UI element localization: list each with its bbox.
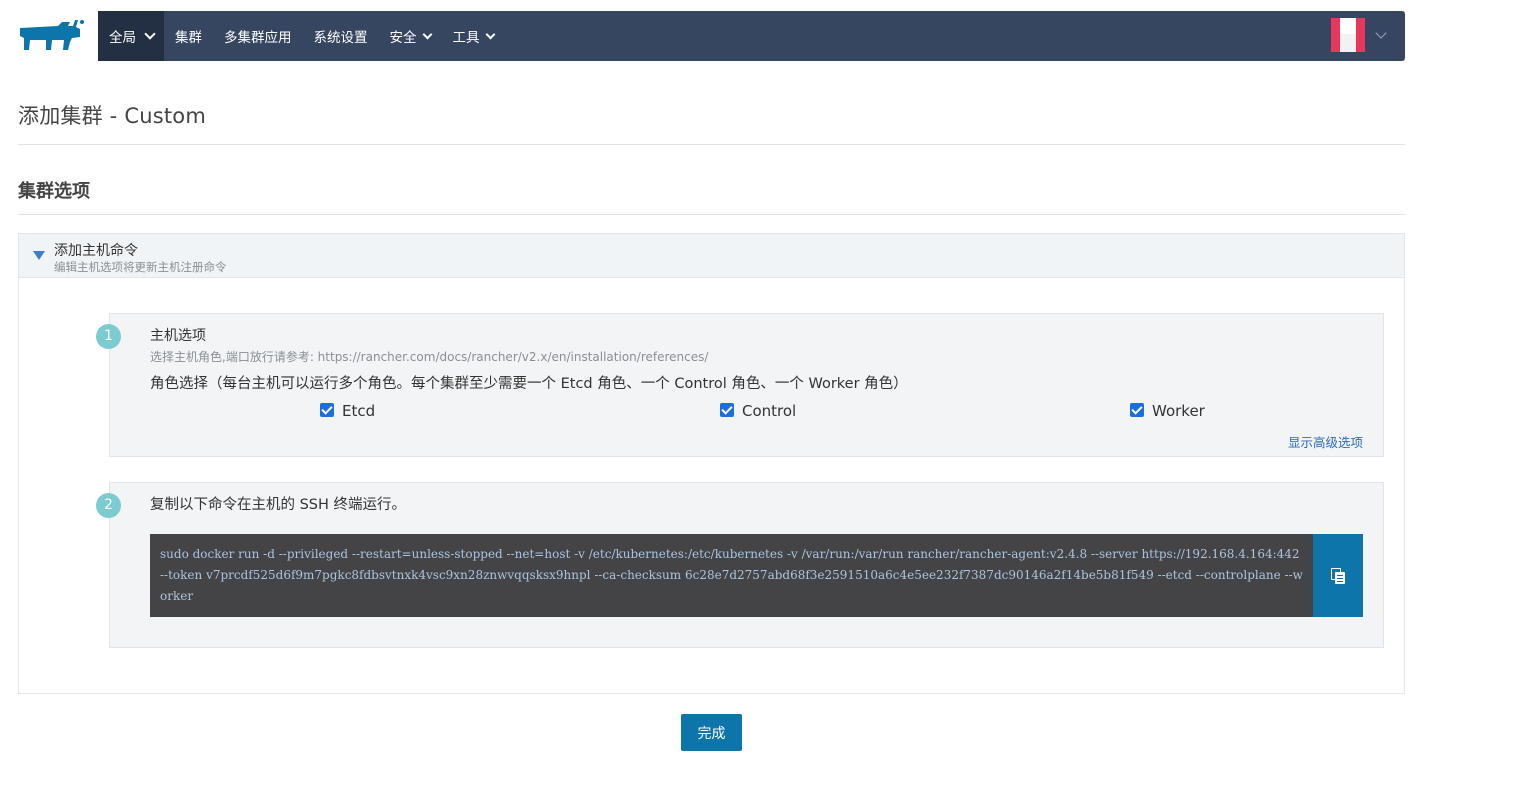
nav-tools-label: 工具 [452, 30, 480, 46]
role-worker-checkbox[interactable]: Worker [1130, 402, 1205, 420]
section-title: 集群选项 [18, 181, 90, 202]
role-etcd-label: Etcd [342, 402, 376, 420]
clipboard-icon[interactable] [1331, 567, 1345, 584]
role-control-label: Control [742, 402, 797, 420]
nav-clusters[interactable]: 集群 [164, 11, 213, 61]
show-advanced-options-link[interactable]: 显示高级选项 [1288, 432, 1363, 451]
registration-command-text[interactable]: sudo docker run -d --privileged --restar… [160, 544, 1303, 607]
nav-system-settings[interactable]: 系统设置 [303, 11, 379, 61]
role-etcd-checkbox[interactable]: Etcd [320, 402, 375, 420]
accordion-header[interactable]: 添加主机命令 编辑主机选项将更新主机注册命令 [19, 234, 1404, 278]
step-number-badge: 1 [96, 324, 121, 349]
nav-clusters-label: 集群 [175, 30, 202, 46]
nav-security[interactable]: 安全 [379, 11, 442, 61]
nav-global[interactable]: 全局 [98, 11, 164, 61]
checkbox-checked-icon[interactable] [720, 402, 734, 417]
nav-security-label: 安全 [389, 30, 417, 46]
chevron-down-icon [485, 29, 495, 39]
top-nav-bar: 全局 集群 多集群应用 系统设置 安全 工具 [98, 11, 1405, 61]
checkbox-checked-icon[interactable] [1130, 402, 1144, 417]
done-button[interactable]: 完成 [681, 714, 742, 751]
nav-tools[interactable]: 工具 [442, 11, 505, 61]
page-title: 添加集群 - Custom [18, 104, 206, 128]
chevron-down-icon [422, 29, 432, 39]
host-options-title: 主机选项 [150, 328, 206, 344]
accordion-subtitle: 编辑主机选项将更新主机注册命令 [54, 260, 227, 274]
divider [18, 144, 1405, 145]
copy-command-title: 复制以下命令在主机的 SSH 终端运行。 [150, 497, 407, 513]
nav-system-settings-label: 系统设置 [313, 30, 368, 46]
checkbox-checked-icon[interactable] [320, 402, 334, 417]
accordion-title: 添加主机命令 [54, 243, 138, 259]
host-options-step: 1 主机选项 选择主机角色,端口放行请参考: https://rancher.c… [96, 313, 1384, 457]
host-options-hint: 选择主机角色,端口放行请参考: https://rancher.com/docs… [150, 350, 709, 364]
nav-global-label: 全局 [109, 30, 136, 46]
step-number-badge: 2 [96, 493, 121, 518]
role-control-checkbox[interactable]: Control [720, 402, 796, 420]
user-avatar-icon[interactable] [1331, 18, 1365, 52]
main-nav: 全局 集群 多集群应用 系统设置 安全 工具 [98, 11, 1405, 61]
caret-down-icon[interactable] [33, 251, 45, 260]
divider [18, 214, 1405, 215]
copy-command-button[interactable] [1313, 534, 1363, 617]
user-menu[interactable] [1331, 18, 1387, 52]
add-host-command-panel: 添加主机命令 编辑主机选项将更新主机注册命令 1 主机选项 选择主机角色,端口放… [18, 233, 1405, 694]
nav-multi-cluster-apps[interactable]: 多集群应用 [213, 11, 303, 61]
nav-multi-cluster-apps-label: 多集群应用 [224, 30, 292, 46]
chevron-down-icon[interactable] [1375, 27, 1387, 39]
chevron-down-icon [144, 28, 156, 40]
rancher-logo-icon[interactable] [18, 18, 86, 52]
role-worker-label: Worker [1152, 402, 1205, 420]
copy-command-step: 2 复制以下命令在主机的 SSH 终端运行。 sudo docker run -… [96, 482, 1384, 648]
registration-command-block[interactable]: sudo docker run -d --privileged --restar… [150, 534, 1313, 617]
role-selection-label: 角色选择（每台主机可以运行多个角色。每个集群至少需要一个 Etcd 角色、一个 … [150, 376, 908, 392]
